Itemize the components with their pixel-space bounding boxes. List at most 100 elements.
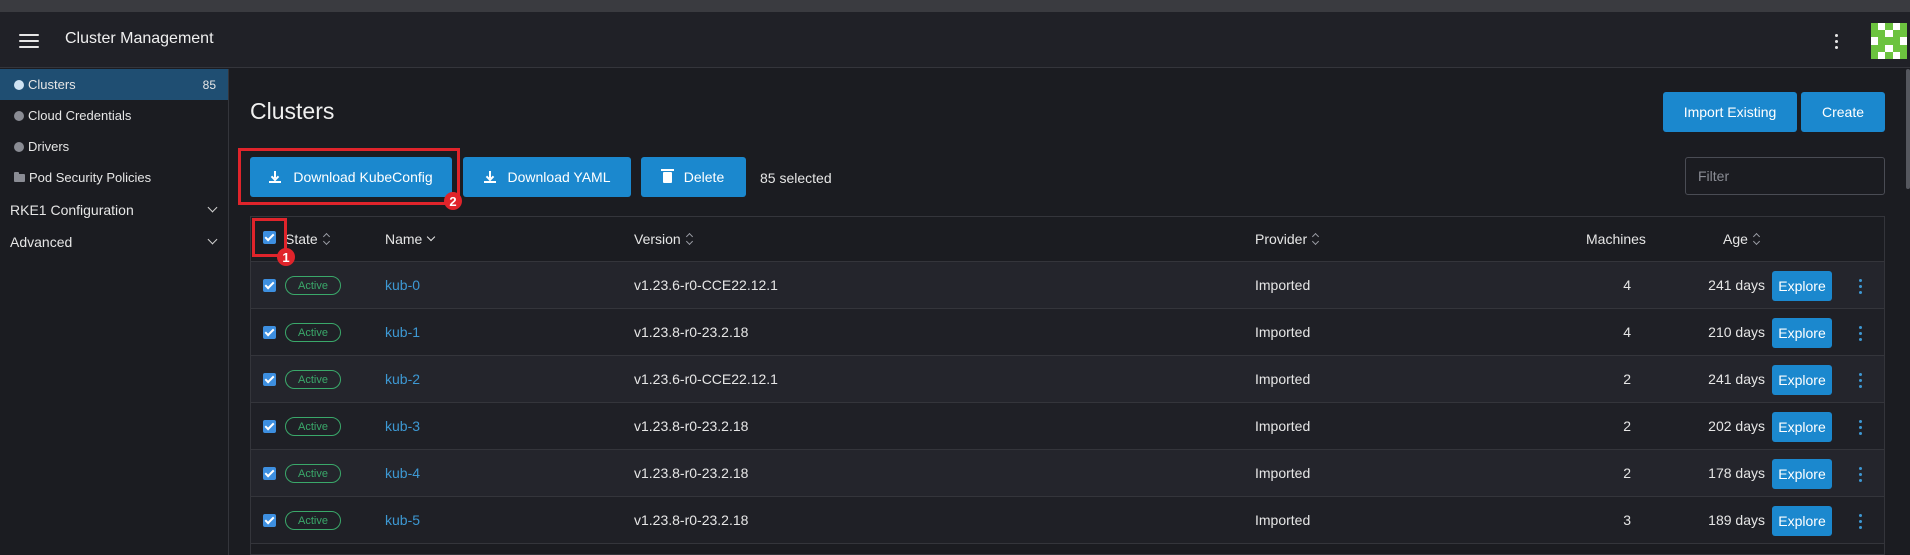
table-header: State Name Version Provider Machines Age [251, 217, 1884, 262]
annotation-marker-1: 1 [277, 248, 295, 266]
column-header-machines: Machines [1586, 231, 1646, 247]
sidebar-item-pod-security-policies[interactable]: Pod Security Policies [0, 162, 228, 193]
top-bar: Cluster Management [0, 12, 1910, 68]
explore-button[interactable]: Explore [1772, 318, 1832, 348]
sort-icon [1753, 233, 1761, 245]
sidebar-item-clusters[interactable]: Clusters 85 [0, 69, 228, 100]
cluster-name-link[interactable]: kub-0 [385, 277, 420, 293]
column-header-state[interactable]: State [285, 231, 331, 247]
column-label: Age [1723, 231, 1748, 247]
machines-cell: 2 [1623, 465, 1631, 481]
page-title: Clusters [250, 98, 335, 124]
version-cell: v1.23.8-r0-23.2.18 [634, 512, 749, 528]
machines-cell: 2 [1623, 371, 1631, 387]
row-checkbox[interactable] [263, 373, 276, 386]
machines-cell: 4 [1623, 277, 1631, 293]
sidebar-item-drivers[interactable]: Drivers [0, 131, 228, 162]
sidebar-group-label: Advanced [10, 233, 73, 250]
column-label: Name [385, 231, 423, 247]
row-checkbox[interactable] [263, 420, 276, 433]
row-checkbox[interactable] [263, 326, 276, 339]
cluster-name-link[interactable]: kub-1 [385, 324, 420, 340]
annotation-marker-2: 2 [444, 192, 462, 210]
version-cell: v1.23.8-r0-23.2.18 [634, 465, 749, 481]
version-cell: v1.23.8-r0-23.2.18 [634, 324, 749, 340]
column-header-version[interactable]: Version [634, 231, 694, 247]
column-header-age[interactable]: Age [1723, 231, 1761, 247]
age-cell: 241 days [1708, 277, 1765, 293]
version-cell: v1.23.8-r0-23.2.18 [634, 418, 749, 434]
table-row: Active kub-3 v1.23.8-r0-23.2.18 Imported… [251, 403, 1884, 450]
provider-cell: Imported [1255, 324, 1311, 340]
delete-button[interactable]: Delete [641, 157, 746, 197]
age-cell: 210 days [1708, 324, 1765, 340]
cluster-name-link[interactable]: kub-4 [385, 465, 420, 481]
sort-icon [686, 233, 694, 245]
row-checkbox[interactable] [263, 514, 276, 527]
page-scrollbar[interactable] [1906, 69, 1910, 189]
explore-button[interactable]: Explore [1772, 506, 1832, 536]
cluster-name-link[interactable]: kub-2 [385, 371, 420, 387]
provider-cell: Imported [1255, 277, 1311, 293]
table-row: Active kub-4 v1.23.8-r0-23.2.18 Imported… [251, 450, 1884, 497]
age-cell: 189 days [1708, 512, 1765, 528]
sidebar-item-label: Clusters [28, 77, 76, 92]
version-cell: v1.23.6-r0-CCE22.12.1 [634, 277, 778, 293]
machines-cell: 4 [1623, 324, 1631, 340]
folder-icon [14, 171, 25, 182]
row-actions-icon[interactable] [1854, 322, 1866, 344]
age-cell: 241 days [1708, 371, 1765, 387]
filter-input[interactable] [1685, 157, 1885, 195]
circle-icon [14, 110, 24, 121]
column-label: State [285, 231, 318, 247]
sidebar-group-rke1-configuration[interactable]: RKE1 Configuration [0, 194, 228, 225]
sidebar-item-cloud-credentials[interactable]: Cloud Credentials [0, 100, 228, 131]
selected-count: 85 selected [760, 170, 832, 186]
explore-button[interactable]: Explore [1772, 459, 1832, 489]
button-label: Delete [683, 169, 725, 185]
explore-button[interactable]: Explore [1772, 412, 1832, 442]
machines-cell: 3 [1623, 512, 1631, 528]
browser-chrome-strip [0, 0, 1910, 12]
status-badge: Active [285, 417, 341, 436]
table-row: Active kub-2 v1.23.6-r0-CCE22.12.1 Impor… [251, 356, 1884, 403]
row-actions-icon[interactable] [1854, 416, 1866, 438]
provider-cell: Imported [1255, 512, 1311, 528]
row-checkbox[interactable] [263, 279, 276, 292]
cluster-name-link[interactable]: kub-3 [385, 418, 420, 434]
download-yaml-button[interactable]: Download YAML [463, 157, 631, 197]
status-badge: Active [285, 370, 341, 389]
row-actions-icon[interactable] [1854, 275, 1866, 297]
annotation-box-2 [238, 148, 460, 205]
sidebar-group-advanced[interactable]: Advanced [0, 226, 228, 257]
sidebar: Clusters 85 Cloud Credentials Drivers Po… [0, 69, 229, 555]
circle-icon [14, 141, 24, 152]
more-options-icon[interactable] [1826, 27, 1846, 55]
chevron-down-icon [207, 202, 218, 213]
column-header-provider[interactable]: Provider [1255, 231, 1320, 247]
row-actions-icon[interactable] [1854, 510, 1866, 532]
cluster-name-link[interactable]: kub-5 [385, 512, 420, 528]
table-row: Active kub-1 v1.23.8-r0-23.2.18 Imported… [251, 309, 1884, 356]
chevron-down-icon [207, 234, 218, 245]
explore-button[interactable]: Explore [1772, 271, 1832, 301]
provider-cell: Imported [1255, 465, 1311, 481]
sidebar-item-label: Cloud Credentials [28, 108, 132, 123]
sidebar-item-label: Pod Security Policies [29, 170, 152, 185]
button-label: Download YAML [507, 169, 611, 185]
status-badge: Active [285, 464, 341, 483]
explore-button[interactable]: Explore [1772, 365, 1832, 395]
menu-icon[interactable] [19, 34, 39, 48]
create-button[interactable]: Create [1801, 92, 1885, 132]
provider-cell: Imported [1255, 418, 1311, 434]
avatar[interactable] [1871, 23, 1907, 59]
row-actions-icon[interactable] [1854, 463, 1866, 485]
sidebar-item-label: Drivers [28, 139, 70, 154]
row-checkbox[interactable] [263, 467, 276, 480]
import-existing-button[interactable]: Import Existing [1663, 92, 1797, 132]
column-header-name[interactable]: Name [385, 231, 436, 247]
sort-icon [1312, 233, 1320, 245]
row-actions-icon[interactable] [1854, 369, 1866, 391]
table-row: Active kub-5 v1.23.8-r0-23.2.18 Imported… [251, 497, 1884, 544]
age-cell: 202 days [1708, 418, 1765, 434]
